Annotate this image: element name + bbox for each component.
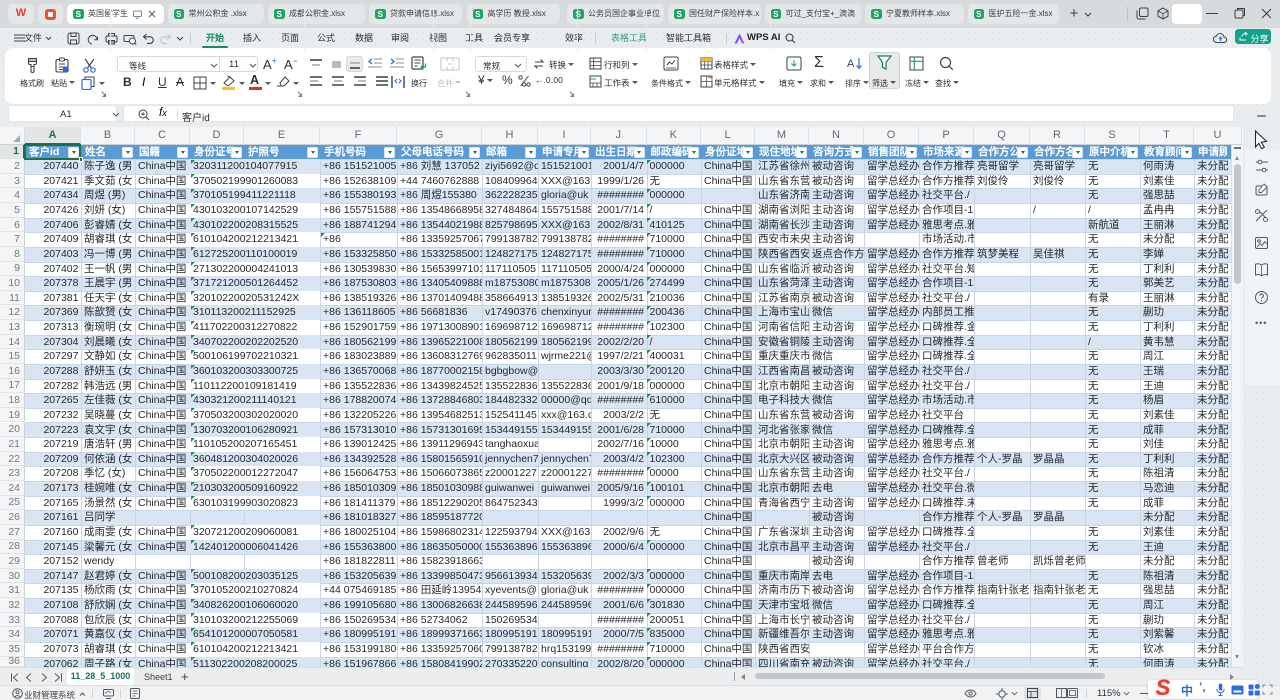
- svg-text:A: A: [847, 58, 855, 70]
